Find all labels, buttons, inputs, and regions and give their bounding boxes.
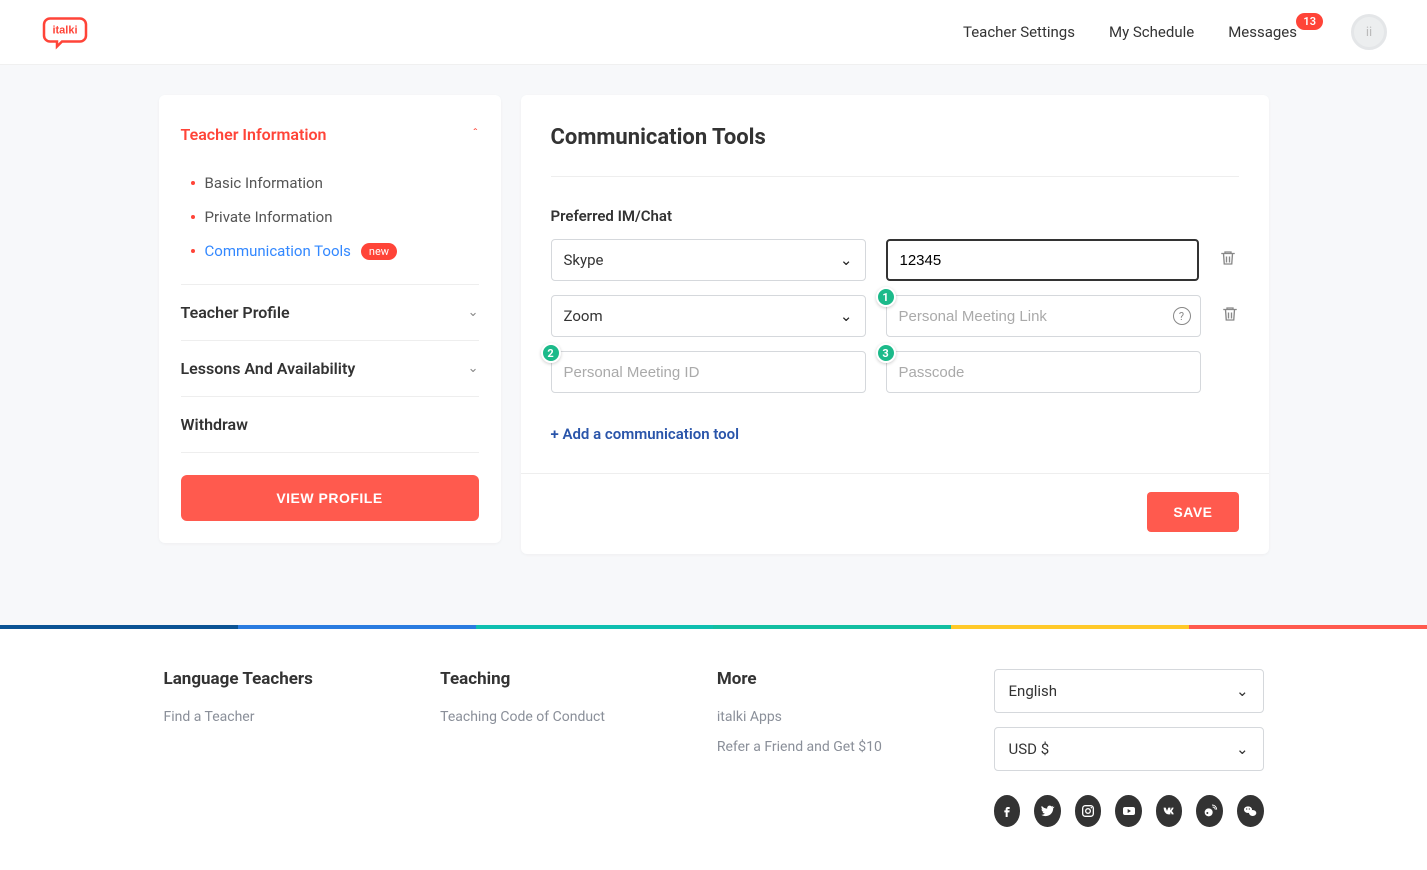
passcode-wrap: 3: [886, 351, 1201, 393]
chevron-down-icon: ⌄: [468, 305, 479, 320]
sidebar-item-label: Private Information: [205, 208, 333, 226]
sidebar: Teacher Information ˆ Basic Information …: [159, 95, 501, 543]
vk-icon[interactable]: [1156, 795, 1183, 827]
main: Teacher Information ˆ Basic Information …: [0, 65, 1427, 625]
sidebar-section-lessons: Lessons And Availability ⌄: [181, 341, 479, 397]
svg-text:italki: italki: [52, 25, 77, 37]
sidebar-item-label: Basic Information: [205, 174, 323, 192]
messages-badge: 13: [1296, 13, 1323, 30]
meeting-link-wrap: 1 ?: [886, 295, 1201, 337]
nav-my-schedule[interactable]: My Schedule: [1109, 23, 1194, 41]
step-badge-2: 2: [541, 343, 561, 363]
footer-link-refer[interactable]: Refer a Friend and Get $10: [717, 739, 934, 755]
sidebar-item-basic-info[interactable]: Basic Information: [191, 166, 479, 200]
step-badge-1: 1: [876, 287, 896, 307]
tool-row-zoom: Zoom ⌄ 1 ?: [551, 295, 1239, 337]
bullet-icon: [191, 215, 195, 219]
page-title: Communication Tools: [551, 125, 1239, 177]
save-button[interactable]: SAVE: [1147, 492, 1238, 532]
sidebar-header-teacher-profile[interactable]: Teacher Profile ⌄: [181, 285, 479, 340]
footer-col-more: More italki Apps Refer a Friend and Get …: [717, 669, 934, 827]
select-value: Skype: [564, 251, 604, 269]
add-tool-link[interactable]: + Add a communication tool: [551, 425, 740, 443]
delete-icon[interactable]: [1221, 305, 1239, 327]
footer-col-settings: English ⌄ USD $ ⌄: [994, 669, 1264, 827]
chevron-down-icon: ⌄: [840, 307, 853, 325]
facebook-icon[interactable]: [994, 795, 1021, 827]
footer-gradient: [0, 625, 1427, 629]
sidebar-sub-teacher-info: Basic Information Private Information Co…: [181, 162, 479, 284]
passcode-input[interactable]: [886, 351, 1201, 393]
sidebar-title: Teacher Information: [181, 125, 327, 144]
tool-type-select[interactable]: Skype ⌄: [551, 239, 866, 281]
language-select[interactable]: English ⌄: [994, 669, 1264, 713]
chevron-down-icon: ⌄: [1236, 740, 1249, 758]
meeting-id-input[interactable]: [551, 351, 866, 393]
chevron-down-icon: ⌄: [468, 361, 479, 376]
footer-link-conduct[interactable]: Teaching Code of Conduct: [440, 709, 657, 725]
sidebar-section-withdraw: Withdraw: [181, 397, 479, 453]
nav-teacher-settings[interactable]: Teacher Settings: [963, 23, 1075, 41]
instagram-icon[interactable]: [1075, 795, 1102, 827]
card-footer: SAVE: [521, 473, 1269, 532]
social-links: [994, 795, 1264, 827]
view-profile-button[interactable]: VIEW PROFILE: [181, 475, 479, 521]
select-value: English: [1009, 682, 1058, 700]
footer: Language Teachers Find a Teacher Teachin…: [0, 629, 1427, 857]
select-value: Zoom: [564, 307, 603, 325]
bullet-icon: [191, 249, 195, 253]
sidebar-item-private-info[interactable]: Private Information: [191, 200, 479, 234]
sidebar-header-lessons[interactable]: Lessons And Availability ⌄: [181, 341, 479, 396]
sidebar-header-withdraw[interactable]: Withdraw: [181, 397, 479, 452]
tool-row-skype: Skype ⌄: [551, 239, 1239, 281]
footer-link-apps[interactable]: italki Apps: [717, 709, 934, 725]
youtube-icon[interactable]: [1115, 795, 1142, 827]
sidebar-title: Lessons And Availability: [181, 359, 356, 378]
tool-row-zoom-extra: 2 3: [551, 351, 1239, 393]
chevron-down-icon: ⌄: [1236, 682, 1249, 700]
bullet-icon: [191, 181, 195, 185]
meeting-link-input[interactable]: [886, 295, 1201, 337]
meeting-id-wrap: 2: [551, 351, 866, 393]
sidebar-section-teacher-info: Teacher Information ˆ Basic Information …: [181, 113, 479, 285]
weibo-icon[interactable]: [1196, 795, 1223, 827]
sidebar-item-label: Communication Tools: [205, 242, 351, 260]
preferred-im-label: Preferred IM/Chat: [551, 207, 1239, 225]
tool-type-select[interactable]: Zoom ⌄: [551, 295, 866, 337]
footer-heading: Language Teachers: [164, 669, 381, 689]
header-nav: Teacher Settings My Schedule Messages 13…: [963, 14, 1387, 50]
new-badge: new: [361, 243, 397, 260]
delete-icon[interactable]: [1219, 249, 1237, 271]
step-badge-3: 3: [876, 343, 896, 363]
chevron-up-icon: ˆ: [472, 127, 478, 142]
logo[interactable]: italki: [40, 14, 100, 50]
chevron-down-icon: ⌄: [840, 251, 853, 269]
tool-value-input[interactable]: [886, 239, 1199, 281]
sidebar-header-teacher-info[interactable]: Teacher Information ˆ: [181, 113, 479, 162]
footer-col-teaching: Teaching Teaching Code of Conduct: [440, 669, 657, 827]
sidebar-section-teacher-profile: Teacher Profile ⌄: [181, 285, 479, 341]
twitter-icon[interactable]: [1034, 795, 1061, 827]
avatar[interactable]: ii: [1351, 14, 1387, 50]
header: italki Teacher Settings My Schedule Mess…: [0, 0, 1427, 65]
nav-messages-label: Messages: [1228, 23, 1297, 41]
content-card: Communication Tools Preferred IM/Chat Sk…: [521, 95, 1269, 554]
wechat-icon[interactable]: [1237, 795, 1264, 827]
sidebar-title: Withdraw: [181, 415, 248, 434]
footer-heading: More: [717, 669, 934, 689]
sidebar-item-communication-tools[interactable]: Communication Tools new: [191, 234, 479, 268]
sidebar-title: Teacher Profile: [181, 303, 290, 322]
footer-link-find-teacher[interactable]: Find a Teacher: [164, 709, 381, 725]
currency-select[interactable]: USD $ ⌄: [994, 727, 1264, 771]
help-icon[interactable]: ?: [1173, 307, 1191, 325]
nav-messages[interactable]: Messages 13: [1228, 23, 1297, 41]
footer-col-teachers: Language Teachers Find a Teacher: [164, 669, 381, 827]
select-value: USD $: [1009, 740, 1050, 758]
footer-heading: Teaching: [440, 669, 657, 689]
